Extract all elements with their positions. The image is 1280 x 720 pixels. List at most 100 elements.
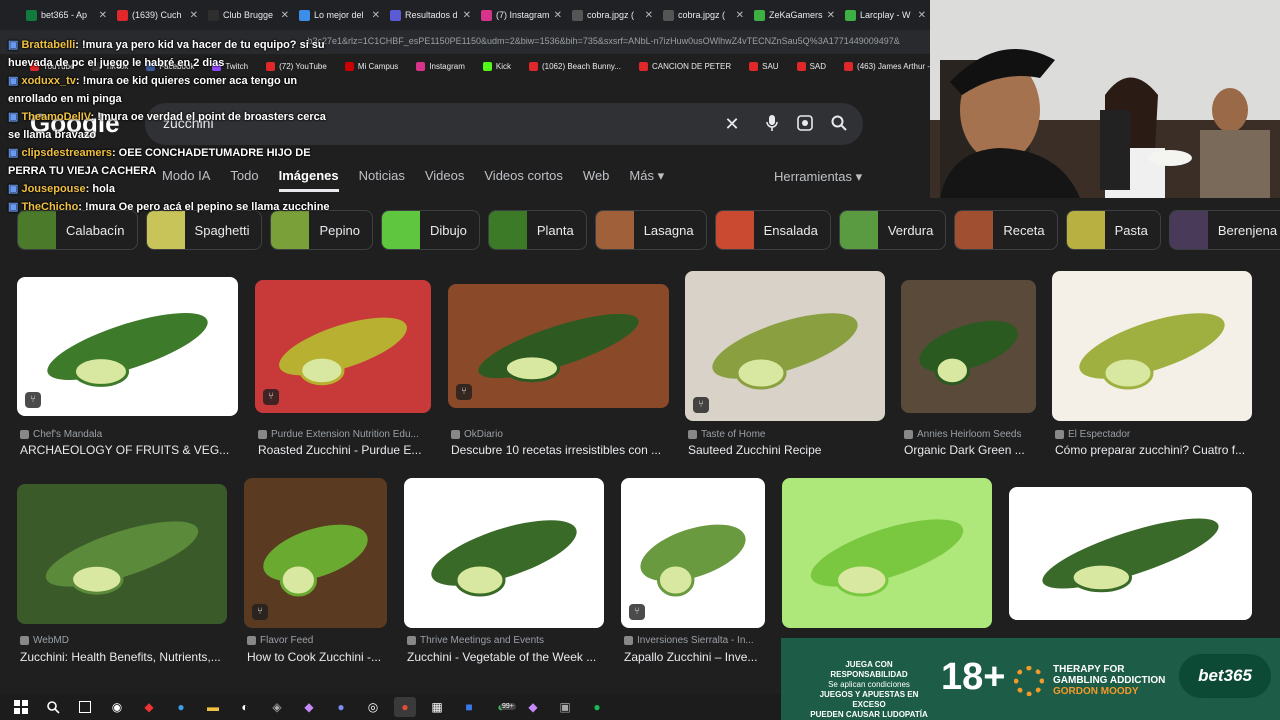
chip-thumbnail <box>18 211 56 249</box>
bookmark-label: Mi Campus <box>357 61 399 71</box>
browser-tab[interactable]: Club Brugge ✕ <box>202 2 293 28</box>
result-image[interactable]: ⑂ <box>255 280 431 413</box>
chat-message: ▣ Jousepouse: hola <box>0 180 340 198</box>
tab-close-icon[interactable]: ✕ <box>190 10 198 21</box>
result-image[interactable] <box>782 478 992 628</box>
nav-tab[interactable]: Videos cortos <box>484 168 563 192</box>
bookmark[interactable]: Kick <box>482 61 511 71</box>
banner-line3: JUEGOS Y APUESTAS EN EXCESO <box>819 690 919 709</box>
bookmark[interactable]: Instagram <box>416 61 465 71</box>
result-image[interactable] <box>1052 271 1252 421</box>
nav-tab[interactable]: Noticias <box>359 168 405 192</box>
whatsapp-icon[interactable]: ●99+ <box>490 697 516 717</box>
nav-tab[interactable]: Más ▾ <box>629 168 664 192</box>
result-image[interactable]: ⑂ <box>244 478 387 628</box>
result-image[interactable]: ⑂ <box>685 271 885 421</box>
browser-tab[interactable]: Larcplay - W ✕ <box>839 2 930 28</box>
related-chip[interactable]: Pepino <box>270 210 373 250</box>
related-chip[interactable]: Planta <box>487 210 587 250</box>
bookmark-label: Kick <box>495 61 511 71</box>
result-title[interactable]: ARCHAEOLOGY OF FRUITS & VEG... <box>20 443 251 457</box>
start-icon[interactable] <box>10 697 32 717</box>
browser-tab[interactable]: Resultados d ✕ <box>384 2 475 28</box>
result-image[interactable] <box>17 484 227 624</box>
result-image[interactable] <box>1009 487 1252 620</box>
tab-close-icon[interactable]: ✕ <box>99 10 107 21</box>
obs-icon[interactable]: ◎ <box>362 697 384 717</box>
edge-icon[interactable]: ● <box>170 697 192 717</box>
chrome-icon[interactable]: ● <box>394 697 416 717</box>
tab-close-icon[interactable]: ✕ <box>736 10 744 21</box>
browser-tab[interactable]: ZeKaGamers ✕ <box>748 2 839 28</box>
result-title[interactable]: Cómo preparar zucchini? Cuatro f... <box>1055 443 1265 457</box>
browser-tab[interactable]: bet365 - Ap ✕ <box>20 2 111 28</box>
result-title[interactable]: How to Cook Zucchini -... <box>247 650 400 664</box>
discord-icon[interactable]: ● <box>330 697 352 717</box>
related-chip[interactable]: Pasta <box>1065 210 1161 250</box>
result-title[interactable]: Descubre 10 recetas irresistibles con ..… <box>451 443 682 457</box>
word-icon[interactable]: ■ <box>458 697 480 717</box>
taskbar-search-icon[interactable] <box>42 697 64 717</box>
tab-label: ZeKaGamers <box>769 10 823 20</box>
chat-badge-icon: ▣ <box>8 111 22 123</box>
result-image[interactable] <box>404 478 604 628</box>
related-chip[interactable]: Calabacín <box>17 210 138 250</box>
lens-icon[interactable] <box>795 114 815 134</box>
result-title[interactable]: Zucchini: Health Benefits, Nutrients,... <box>20 650 240 664</box>
clear-icon[interactable]: ✕ <box>722 114 742 134</box>
result-image[interactable] <box>901 280 1036 413</box>
tab-close-icon[interactable]: ✕ <box>281 10 289 21</box>
bookmark[interactable]: SAD <box>796 61 826 71</box>
tab-close-icon[interactable]: ✕ <box>372 10 380 21</box>
search-icon[interactable] <box>829 114 849 134</box>
nav-tab[interactable]: Videos <box>425 168 465 192</box>
bookmark[interactable]: CANCION DE PETER <box>639 61 731 71</box>
related-chip[interactable]: Ensalada <box>714 210 831 250</box>
tab-close-icon[interactable]: ✕ <box>463 10 471 21</box>
browser-tab[interactable]: Lo mejor del ✕ <box>293 2 384 28</box>
explorer-icon[interactable]: ▬ <box>202 697 224 717</box>
task-view-icon[interactable] <box>74 697 96 717</box>
app-icon-7[interactable]: ▣ <box>554 697 576 717</box>
chat-message: ▣ TheamoDelIV: !mura oe verdad el point … <box>0 108 340 144</box>
spotify-icon[interactable]: ● <box>586 697 608 717</box>
microphone-icon[interactable] <box>762 114 782 134</box>
result-image[interactable]: ⑂ <box>621 478 765 628</box>
tab-close-icon[interactable]: ✕ <box>645 10 653 21</box>
calculator-icon[interactable]: ▦ <box>426 697 448 717</box>
browser-tab[interactable]: cobra.jpgz (✕ <box>566 2 657 28</box>
browser-tab[interactable]: cobra.jpgz (✕ <box>657 2 748 28</box>
bookmark[interactable]: (463) James Arthur -... <box>844 61 930 71</box>
app-icon-3[interactable]: ◐ <box>234 697 256 717</box>
notification-badge: 99+ <box>500 703 516 710</box>
app-icon-6[interactable]: ◆ <box>522 697 544 717</box>
related-chip[interactable]: Lasagna <box>594 210 707 250</box>
browser-tab[interactable]: (7) Instagram ✕ <box>475 2 566 28</box>
app-icon-1[interactable]: ◉ <box>106 697 128 717</box>
bookmark[interactable]: SAU <box>749 61 779 71</box>
tools-button[interactable]: Herramientas ▾ <box>774 169 862 185</box>
related-chip[interactable]: Spaghetti <box>145 210 263 250</box>
result-title[interactable]: Roasted Zucchini - Purdue E... <box>258 443 444 457</box>
related-chip[interactable]: Dibujo <box>380 210 480 250</box>
result-title[interactable]: Zapallo Zucchini – Inve... <box>624 650 778 664</box>
source-favicon-icon <box>20 636 29 645</box>
app-icon-4[interactable]: ◈ <box>266 697 288 717</box>
related-chip[interactable]: Verdura <box>838 210 947 250</box>
bookmark[interactable]: (1062) Beach Bunny... <box>528 61 621 71</box>
app-icon-5[interactable]: ◆ <box>298 697 320 717</box>
tab-close-icon[interactable]: ✕ <box>918 10 926 21</box>
tab-close-icon[interactable]: ✕ <box>827 10 835 21</box>
related-chip[interactable]: Berenjena <box>1168 210 1280 250</box>
bookmark[interactable]: Mi Campus <box>344 61 399 71</box>
related-chip[interactable]: Receta <box>954 210 1058 250</box>
result-title[interactable]: Zucchini - Vegetable of the Week ... <box>407 650 617 664</box>
result-image[interactable]: ⑂ <box>17 277 238 416</box>
browser-tab[interactable]: (1639) Cuch ✕ <box>111 2 202 28</box>
result-image[interactable]: ⑂ <box>448 284 669 408</box>
tab-close-icon[interactable]: ✕ <box>554 10 562 21</box>
result-title[interactable]: Sauteed Zucchini Recipe <box>688 443 898 457</box>
result-title[interactable]: Organic Dark Green ... <box>904 443 1049 457</box>
nav-tab[interactable]: Web <box>583 168 610 192</box>
app-icon-2[interactable]: ◆ <box>138 697 160 717</box>
